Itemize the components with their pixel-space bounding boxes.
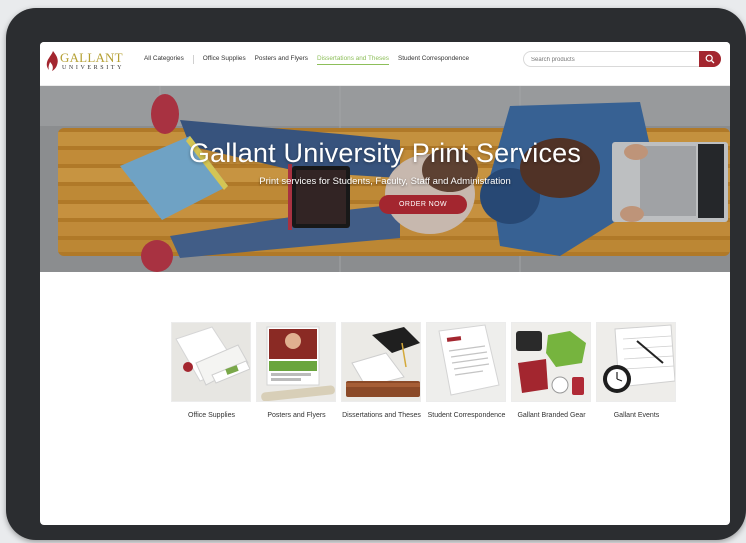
site-header: GALLANT UNIVERSITY All Categories Office … bbox=[40, 42, 730, 86]
nav-all-categories[interactable]: All Categories bbox=[144, 55, 184, 64]
search-input[interactable] bbox=[531, 55, 696, 64]
category-label: Gallant Branded Gear bbox=[517, 412, 586, 419]
category-dissertations-and-theses[interactable]: Dissertations and Theses bbox=[341, 322, 422, 422]
nav-dissertations-and-theses[interactable]: Dissertations and Theses bbox=[316, 55, 389, 65]
hero-title: Gallant University Print Services bbox=[188, 138, 582, 168]
logo[interactable]: GALLANT UNIVERSITY bbox=[46, 48, 136, 78]
order-now-button[interactable]: ORDER NOW bbox=[379, 195, 467, 214]
gallant-branded-gear-image bbox=[511, 322, 591, 402]
category-label: Office Supplies bbox=[188, 412, 235, 419]
logo-subtitle: UNIVERSITY bbox=[62, 65, 124, 71]
logo-name: GALLANT bbox=[60, 50, 123, 65]
nav-posters-and-flyers[interactable]: Posters and Flyers bbox=[255, 55, 308, 64]
student-correspondence-image bbox=[426, 322, 506, 402]
category-label: Gallant Events bbox=[613, 412, 660, 419]
category-label: Dissertations and Theses bbox=[342, 412, 421, 419]
category-gallant-events[interactable]: Gallant Events bbox=[596, 322, 677, 422]
nav-student-correspondence[interactable]: Student Correspondence bbox=[398, 55, 469, 64]
category-posters-and-flyers[interactable]: Posters and Flyers bbox=[256, 322, 337, 422]
category-office-supplies[interactable]: Office Supplies bbox=[171, 322, 252, 422]
dissertations-and-theses-image bbox=[341, 322, 421, 402]
nav-divider bbox=[192, 55, 194, 64]
office-supplies-image bbox=[171, 322, 251, 402]
search-button[interactable] bbox=[699, 51, 721, 67]
category-student-correspondence[interactable]: Student Correspondence bbox=[426, 322, 507, 422]
nav-office-supplies[interactable]: Office Supplies bbox=[203, 55, 246, 64]
gallant-events-image bbox=[596, 322, 676, 402]
flame-logo-icon bbox=[46, 51, 58, 71]
search-icon bbox=[705, 54, 715, 64]
search-bar bbox=[523, 51, 721, 67]
tablet-frame: GALLANT UNIVERSITY All Categories Office … bbox=[6, 8, 746, 540]
category-label: Student Correspondence bbox=[427, 412, 506, 419]
category-label: Posters and Flyers bbox=[267, 412, 326, 419]
hero-subtitle: Print services for Students, Faculty, St… bbox=[259, 176, 511, 187]
hero-banner: Gallant University Print Services Print … bbox=[40, 86, 730, 272]
category-gallant-branded-gear[interactable]: Gallant Branded Gear bbox=[511, 322, 592, 422]
screen: GALLANT UNIVERSITY All Categories Office … bbox=[40, 42, 730, 525]
main-nav: All Categories Office Supplies Posters and… bbox=[144, 55, 478, 69]
category-grid: Office Supplies Posters and Flyers Disse… bbox=[171, 322, 681, 432]
posters-and-flyers-image bbox=[256, 322, 336, 402]
